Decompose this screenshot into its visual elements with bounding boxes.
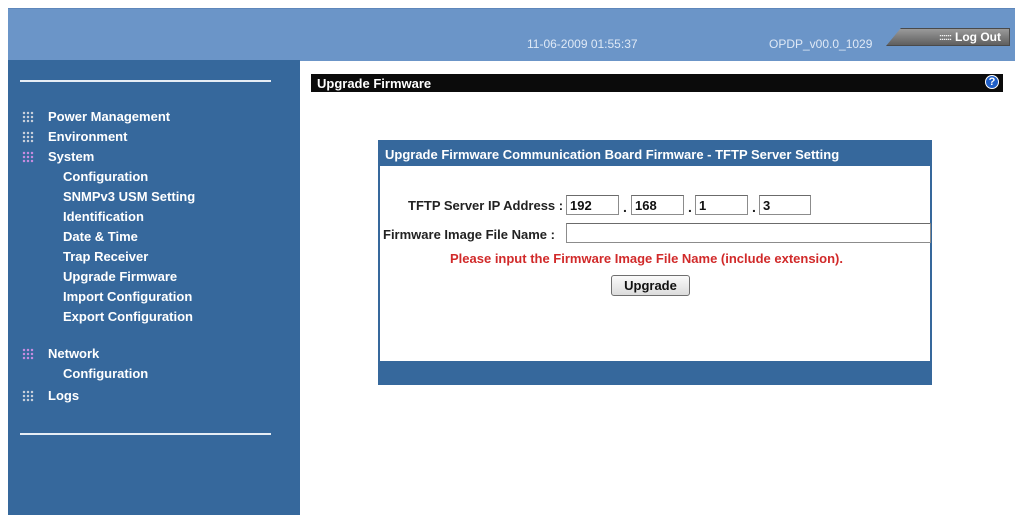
sidebar-subitem-trap-receiver[interactable]: Trap Receiver	[63, 249, 148, 264]
help-icon[interactable]: ?	[985, 75, 999, 89]
sidebar-divider-top	[20, 80, 271, 82]
sidebar-subitem-export-configuration[interactable]: Export Configuration	[63, 309, 193, 324]
logout-label: Log Out	[955, 30, 1001, 44]
sidebar-subitem-configuration[interactable]: Configuration	[63, 169, 148, 184]
panel-heading: Upgrade Firmware Communication Board Fir…	[380, 142, 930, 166]
header-version: OPDP_v00.0_1029	[769, 37, 873, 51]
grid-dots-icon	[22, 130, 34, 143]
firmware-file-input[interactable]	[566, 223, 931, 243]
ip-separator: .	[623, 199, 627, 215]
sidebar-item-label: Logs	[48, 388, 80, 403]
sidebar-subitem-snmpv3-usm-setting[interactable]: SNMPv3 USM Setting	[63, 189, 195, 204]
page-title: Upgrade Firmware	[317, 75, 432, 91]
sidebar-item-power-management[interactable]: Power Management	[22, 109, 170, 124]
ip-octet-2-input[interactable]	[631, 195, 684, 215]
panel-footer	[380, 361, 930, 383]
sidebar-item-label: System	[48, 149, 95, 164]
sidebar-item-system[interactable]: System	[22, 149, 94, 164]
grid-dots-icon	[22, 150, 34, 163]
logout-dots-icon: ::::::	[939, 32, 952, 42]
ip-octet-1-input[interactable]	[566, 195, 619, 215]
header-bar	[8, 8, 1015, 61]
sidebar-subitem-date-time[interactable]: Date & Time	[63, 229, 138, 244]
sidebar-subitem-network-configuration[interactable]: Configuration	[63, 366, 148, 381]
sidebar-item-label: Environment	[48, 129, 128, 144]
sidebar-item-environment[interactable]: Environment	[22, 129, 127, 144]
sidebar-subitem-import-configuration[interactable]: Import Configuration	[63, 289, 192, 304]
sidebar-item-logs[interactable]: Logs	[22, 388, 79, 403]
sidebar-item-network[interactable]: Network	[22, 346, 99, 361]
ip-separator: .	[688, 199, 692, 215]
sidebar-subitem-upgrade-firmware[interactable]: Upgrade Firmware	[63, 269, 177, 284]
grid-dots-icon	[22, 389, 34, 402]
panel-heading-text: Upgrade Firmware Communication Board Fir…	[385, 146, 840, 162]
sidebar-item-label: Network	[48, 346, 100, 361]
ip-separator: .	[752, 199, 756, 215]
firmware-file-label: Firmware Image File Name :	[383, 227, 555, 242]
sidebar-divider-bottom	[20, 433, 271, 435]
sidebar-subitem-identification[interactable]: Identification	[63, 209, 144, 224]
grid-dots-icon	[22, 110, 34, 123]
sidebar: Power Management Environment System Conf…	[8, 60, 300, 515]
page-title-bar: Upgrade Firmware	[311, 74, 1003, 92]
logout-button[interactable]: :::::: Log Out	[886, 28, 1010, 46]
upgrade-button[interactable]: Upgrade	[611, 275, 690, 296]
grid-dots-icon	[22, 347, 34, 360]
header-datetime: 11-06-2009 01:55:37	[527, 37, 638, 51]
ip-octet-4-input[interactable]	[759, 195, 811, 215]
sidebar-item-label: Power Management	[48, 109, 171, 124]
ip-octet-3-input[interactable]	[695, 195, 748, 215]
tftp-ip-label: TFTP Server IP Address :	[408, 198, 564, 213]
validation-message: Please input the Firmware Image File Nam…	[450, 251, 843, 266]
